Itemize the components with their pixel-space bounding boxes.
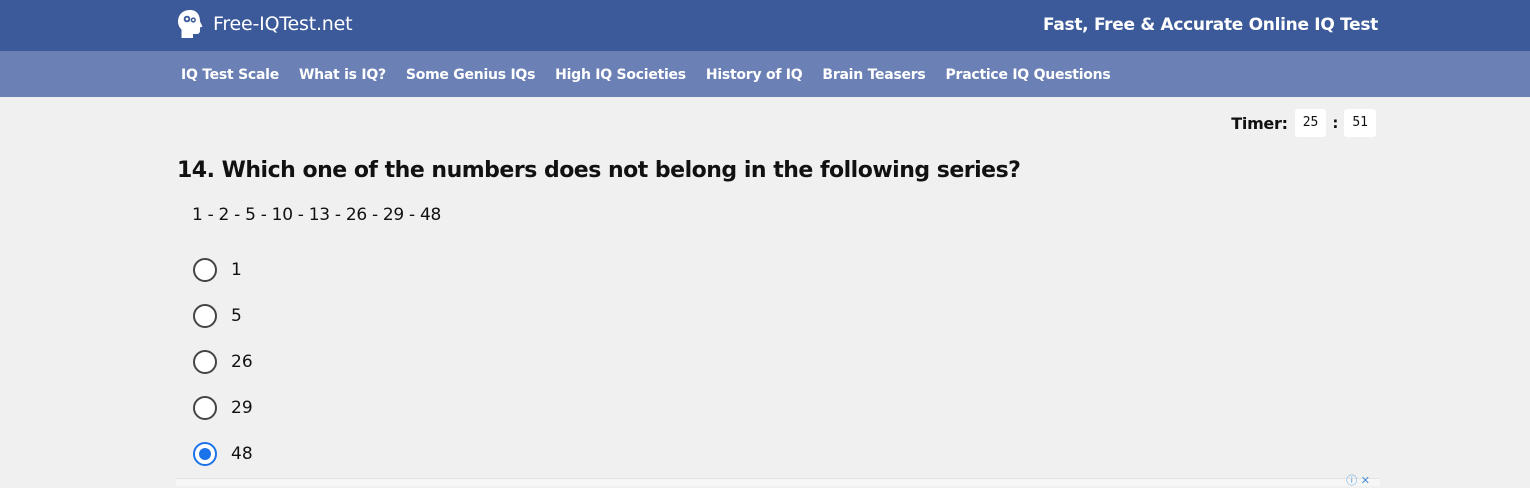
nav-item-practice-iq-questions[interactable]: Practice IQ Questions — [946, 67, 1111, 83]
answer-options: 1 5 26 29 48 — [193, 247, 253, 477]
radio-button-checked[interactable] — [193, 442, 217, 466]
timer-label: Timer: — [1231, 113, 1288, 133]
nav-item-history-of-iq[interactable]: History of IQ — [706, 67, 803, 83]
nav-item-iq-test-scale[interactable]: IQ Test Scale — [181, 67, 279, 83]
option-label: 29 — [231, 398, 253, 418]
radio-button[interactable] — [193, 350, 217, 374]
option-label: 48 — [231, 444, 253, 464]
nav-list: IQ Test Scale What is IQ? Some Genius IQ… — [181, 64, 1130, 83]
nav-item-some-genius-iqs[interactable]: Some Genius IQs — [406, 67, 536, 83]
main-nav: IQ Test Scale What is IQ? Some Genius IQ… — [0, 51, 1530, 97]
radio-button[interactable] — [193, 396, 217, 420]
close-icon[interactable]: ✕ — [1361, 474, 1370, 487]
timer-separator: : — [1332, 114, 1339, 132]
brain-head-icon — [178, 10, 203, 38]
option-label: 1 — [231, 260, 242, 280]
answer-option[interactable]: 1 — [193, 247, 253, 293]
answer-option[interactable]: 26 — [193, 339, 253, 385]
answer-option[interactable]: 29 — [193, 385, 253, 431]
answer-option-selected[interactable]: 48 — [193, 431, 253, 477]
site-header: Free-IQTest.net Fast, Free & Accurate On… — [0, 0, 1530, 51]
nav-item-high-iq-societies[interactable]: High IQ Societies — [555, 67, 686, 83]
site-tagline: Fast, Free & Accurate Online IQ Test — [1043, 15, 1378, 35]
question-title: 14. Which one of the numbers does not be… — [177, 158, 1021, 183]
timer-seconds: 51 — [1344, 109, 1376, 137]
timer: Timer: 25 : 51 — [1231, 109, 1376, 137]
radio-button[interactable] — [193, 258, 217, 282]
brand-name: Free-IQTest.net — [213, 13, 353, 35]
site-logo-link[interactable]: Free-IQTest.net — [176, 9, 353, 39]
ad-banner: ⓘ ✕ — [176, 474, 1380, 487]
option-label: 5 — [231, 306, 242, 326]
nav-item-what-is-iq[interactable]: What is IQ? — [299, 67, 386, 83]
option-label: 26 — [231, 352, 253, 372]
radio-button[interactable] — [193, 304, 217, 328]
timer-minutes: 25 — [1294, 109, 1327, 137]
adchoices-icon[interactable]: ⓘ — [1346, 474, 1357, 487]
question-series: 1 - 2 - 5 - 10 - 13 - 26 - 29 - 48 — [192, 205, 442, 225]
answer-option[interactable]: 5 — [193, 293, 253, 339]
nav-item-brain-teasers[interactable]: Brain Teasers — [822, 67, 925, 83]
